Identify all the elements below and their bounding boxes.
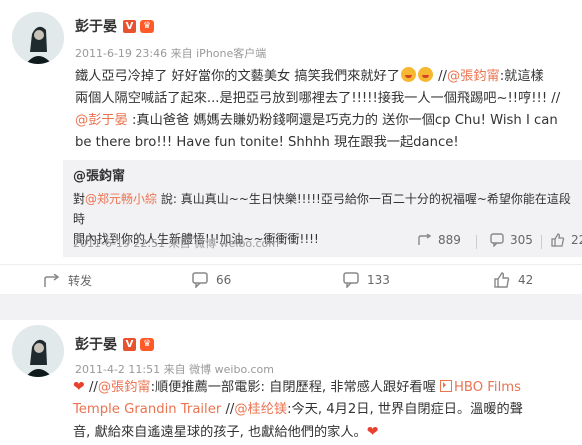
comment-icon bbox=[490, 233, 504, 247]
post-meta: 2011-6-19 23:46 来自 iPhone客户端 bbox=[75, 45, 266, 61]
post-line-2: 兩個人隔空喊話了起來...是把亞弓放到哪裡去了!!!!!接我一人一個飛踢吧~!!… bbox=[75, 91, 561, 106]
repost-repost-count[interactable]: 889 bbox=[418, 233, 461, 247]
mention-link[interactable]: @張鈞甯 bbox=[98, 380, 151, 395]
post-source[interactable]: 微博 weibo.com bbox=[189, 363, 274, 376]
post-actions: 转发 66 133 42 bbox=[0, 264, 582, 295]
heart-icon: ❤ bbox=[366, 424, 379, 440]
laugh-emoji-icon bbox=[400, 67, 416, 82]
repost-comment-count[interactable]: 305 bbox=[490, 233, 533, 247]
vip-icon: ♛ bbox=[140, 337, 154, 351]
post-time[interactable]: 2011-6-19 23:46 bbox=[75, 47, 167, 60]
post-from: 来自 bbox=[170, 47, 193, 60]
repost-source[interactable]: 微博 weibo.com bbox=[194, 237, 279, 250]
avatar[interactable] bbox=[12, 12, 64, 64]
comment-icon bbox=[343, 272, 359, 288]
author-row: 彭于晏 V ♛ bbox=[75, 334, 154, 354]
like-button[interactable]: 42 bbox=[494, 272, 533, 288]
repost-meta: 2011-6-19 22:51 来自 微博 weibo.com bbox=[73, 237, 279, 250]
author-name[interactable]: 彭于晏 bbox=[75, 16, 117, 36]
post-line-3: 音, 獻給來自遙遠星球的孩子, 也獻給他們的家人。❤ bbox=[73, 424, 379, 440]
mention-link[interactable]: @郑元畅小綜 bbox=[85, 192, 157, 206]
share-icon bbox=[418, 234, 432, 245]
repost-author[interactable]: @張鈞甯 bbox=[73, 165, 125, 184]
video-icon bbox=[440, 380, 452, 392]
video-link[interactable]: Temple Grandin Trailer bbox=[73, 402, 221, 417]
post-line-4: be there bro!!! Have fun tonite! Shhhh 現… bbox=[75, 135, 459, 150]
repost-button[interactable]: 转发 bbox=[44, 272, 92, 289]
post-meta: 2011-4-2 11:51 来自 微博 weibo.com bbox=[75, 363, 274, 376]
comment-button[interactable]: 66 bbox=[192, 272, 231, 288]
post-text: ❤ //@張鈞甯:順便推薦一部電影: 自閉歷程, 非常感人跟好看喔 HBO Fi… bbox=[73, 376, 573, 444]
repost-like-count[interactable]: 22 bbox=[551, 233, 582, 247]
avatar[interactable] bbox=[12, 325, 64, 377]
post-time[interactable]: 2011-4-2 11:51 bbox=[75, 363, 160, 376]
repost-box: @張鈞甯 對@郑元畅小綜 說: 真山真山~~生日快樂!!!!!亞弓給你一百二十分… bbox=[63, 160, 582, 257]
verified-icon: V bbox=[123, 337, 136, 351]
author-row: 彭于晏 V ♛ bbox=[75, 16, 154, 36]
thumbs-up-icon bbox=[551, 233, 565, 247]
mention-link[interactable]: @彭于晏 bbox=[75, 113, 128, 128]
post-source[interactable]: iPhone客户端 bbox=[196, 47, 266, 60]
post-separator bbox=[0, 294, 582, 320]
vip-icon: ♛ bbox=[140, 19, 154, 33]
verified-icon: V bbox=[123, 19, 136, 33]
laugh-emoji-icon bbox=[417, 67, 433, 82]
post-text: 鐵人亞弓冷掉了 好好當你的文藝美女 搞笑我們來就好了 //@張鈞甯:就這樣 兩個… bbox=[75, 66, 575, 154]
video-link[interactable]: HBO Films bbox=[454, 380, 521, 395]
thumbs-up-icon bbox=[494, 272, 510, 288]
post-line-3: @彭于晏 :真山爸爸 媽媽去賺奶粉錢啊還是巧克力的 送你一個cp Chu! Wi… bbox=[75, 113, 558, 128]
author-name[interactable]: 彭于晏 bbox=[75, 334, 117, 354]
heart-icon: ❤ bbox=[73, 379, 85, 395]
comment-icon bbox=[192, 272, 208, 288]
mention-link[interactable]: @張鈞甯 bbox=[447, 69, 500, 84]
repost-time[interactable]: 2011-6-19 22:51 bbox=[73, 237, 165, 250]
post-line-1: 鐵人亞弓冷掉了 好好當你的文藝美女 搞笑我們來就好了 //@張鈞甯:就這樣 bbox=[75, 67, 544, 84]
share-icon bbox=[44, 273, 60, 287]
forward-count-button[interactable]: 133 bbox=[343, 272, 390, 288]
post-line-1: ❤ //@張鈞甯:順便推薦一部電影: 自閉歷程, 非常感人跟好看喔 HBO Fi… bbox=[73, 379, 521, 395]
post-line-2: Temple Grandin Trailer //@桂纶镁:今天, 4月2日, … bbox=[73, 402, 523, 417]
mention-link[interactable]: @桂纶镁 bbox=[234, 402, 287, 417]
